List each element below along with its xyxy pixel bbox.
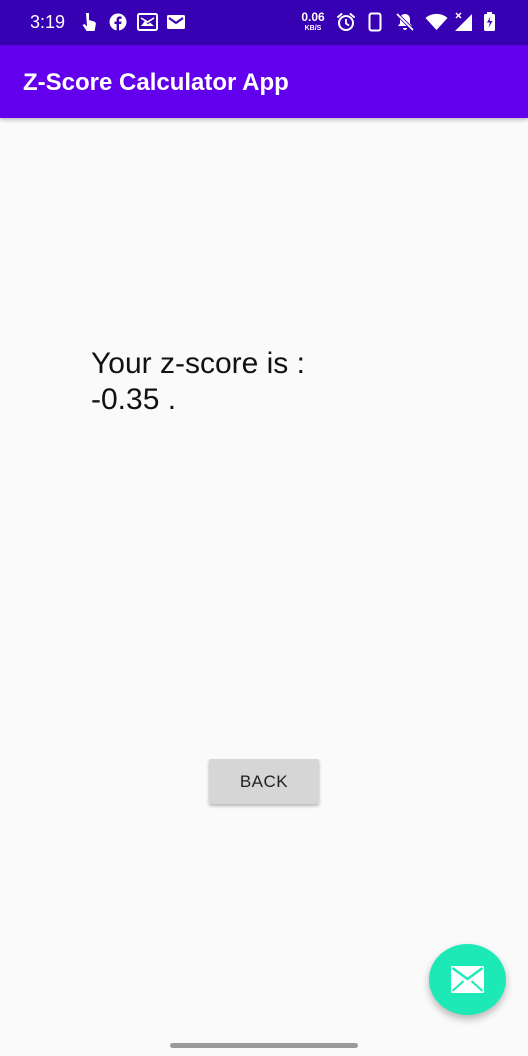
app-title: Z-Score Calculator App <box>23 69 289 96</box>
z-score-result: Your z-score is : -0.35 . <box>91 346 431 418</box>
gesture-nav-bar[interactable] <box>170 1043 358 1048</box>
gallery-mail-icon <box>137 13 158 31</box>
touch-icon <box>82 13 96 31</box>
email-fab[interactable] <box>429 944 506 1015</box>
network-speed-value: 0.06 <box>301 10 325 24</box>
battery-charging-icon <box>484 12 495 31</box>
network-speed: 0.06 KB/S <box>299 11 327 33</box>
z-score-value: -0.35 . <box>91 383 177 416</box>
back-button[interactable]: BACK <box>209 759 319 804</box>
phone-outline-icon <box>368 12 382 32</box>
wifi-icon <box>425 13 448 30</box>
z-score-label: Your z-score is : <box>91 347 305 380</box>
status-time: 3:19 <box>30 12 66 32</box>
notifications-off-icon <box>395 12 415 32</box>
signal-icon <box>455 12 472 31</box>
alarm-icon <box>337 13 355 31</box>
mail-icon <box>451 966 484 993</box>
gmail-icon <box>167 15 185 29</box>
network-speed-unit: KB/S <box>304 25 322 32</box>
app-bar: Z-Score Calculator App <box>0 45 528 118</box>
status-bar: 3:19 0.06 KB/S <box>0 0 528 45</box>
facebook-icon <box>109 13 127 31</box>
